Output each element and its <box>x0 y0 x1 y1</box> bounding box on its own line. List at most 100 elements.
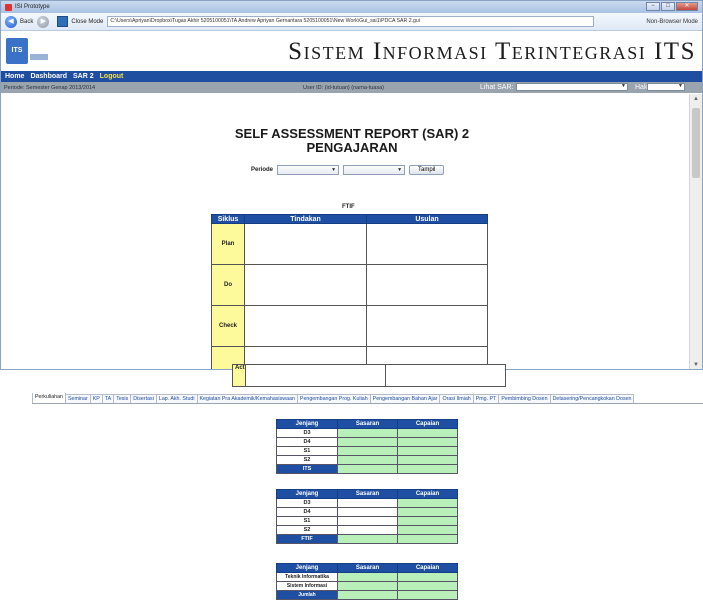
capaian-cell[interactable] <box>397 572 458 582</box>
tab-tesis[interactable]: Tesis <box>113 394 132 403</box>
tindakan-plan-cell[interactable] <box>244 223 367 265</box>
tampil-button[interactable]: Tampil <box>409 165 445 175</box>
sasaran-input[interactable] <box>337 498 398 508</box>
capaian-cell[interactable] <box>397 516 458 526</box>
jenjang-label: D4 <box>276 437 338 447</box>
menu-logout[interactable]: Logout <box>100 73 124 80</box>
sasaran-input[interactable] <box>337 516 398 526</box>
usulan-header: Usulan <box>366 214 488 224</box>
lihat-sar-select[interactable]: ▼ <box>516 83 628 91</box>
non-browser-mode-button[interactable]: Non-Browser Mode <box>646 19 698 25</box>
sasaran-cell[interactable] <box>337 446 398 456</box>
sasaran-cell[interactable] <box>337 464 398 474</box>
tab-detasering[interactable]: Detasering/Pencangkokan Dosen <box>549 394 635 403</box>
usulan-act-input[interactable] <box>385 364 506 387</box>
scroll-down-icon[interactable]: ▼ <box>693 362 699 368</box>
capaian-cell[interactable] <box>397 534 458 544</box>
capaian-cell[interactable] <box>397 525 458 535</box>
sasaran-header: Sasaran <box>337 419 398 429</box>
forward-arrow-icon[interactable]: ▶ <box>37 15 50 28</box>
cycle-plan: Plan <box>211 223 245 265</box>
jenjang-label: S1 <box>276 516 338 526</box>
sasaran-input[interactable] <box>337 525 398 535</box>
periode-label: Periode <box>251 167 274 173</box>
sasaran-cell[interactable] <box>337 428 398 438</box>
sasaran-cell[interactable] <box>337 534 398 544</box>
menu-home[interactable]: Home <box>5 73 24 80</box>
site-header: ITS Sistem Informasi Terintegrasi ITS <box>1 31 702 71</box>
table-row: Check <box>211 305 488 347</box>
close-window-button[interactable]: ✕ <box>676 2 698 11</box>
close-mode-button[interactable]: Close Mode <box>53 16 103 27</box>
chevron-down-icon: ▼ <box>678 83 683 89</box>
status-bar: Periode: Semester Genap 2013/2014 User I… <box>1 82 702 93</box>
capaian-cell[interactable] <box>397 581 458 591</box>
tab-disertasi[interactable]: Disertasi <box>130 394 157 403</box>
tindakan-act-input[interactable] <box>245 364 386 387</box>
tab-pengembangan-prog-kuliah[interactable]: Pengembangan Prog. Kuliah <box>296 394 371 403</box>
periode-select-2[interactable] <box>343 165 406 175</box>
main-content: SELF ASSESSMENT REPORT (SAR) 2 PENGAJARA… <box>2 94 688 369</box>
capaian-cell[interactable] <box>397 428 458 438</box>
capaian-cell[interactable] <box>397 464 458 474</box>
tab-orasi-ilmiah[interactable]: Orasi Ilmiah <box>439 394 474 403</box>
usulan-do-cell[interactable] <box>366 264 488 306</box>
vertical-scrollbar[interactable]: ▲ ▼ <box>689 94 702 369</box>
site-title: Sistem Informasi Terintegrasi ITS <box>288 38 696 65</box>
capaian-cell[interactable] <box>397 455 458 465</box>
tab-pmg-pt[interactable]: Pmg. PT <box>472 394 500 403</box>
tab-kegiatan-pra-akademik[interactable]: Kegiatan Pra Akademik/Kemahasiswaan <box>196 394 298 403</box>
menu-dashboard[interactable]: Dashboard <box>30 73 67 80</box>
table-row: Teknik Informatika <box>276 572 458 582</box>
tab-lap-akh-studi[interactable]: Lap. Akh. Studi <box>155 394 198 403</box>
cycle-check: Check <box>211 305 245 347</box>
tindakan-check-cell[interactable] <box>244 305 367 347</box>
periode-status: Periode: Semester Genap 2013/2014 <box>4 84 96 91</box>
capaian-cell[interactable] <box>397 437 458 447</box>
sasaran-input[interactable] <box>337 507 398 517</box>
sasaran-cell[interactable] <box>337 572 398 582</box>
unit-label: FTIF <box>342 204 355 210</box>
sasaran-cell[interactable] <box>337 455 398 465</box>
capaian-cell[interactable] <box>397 507 458 517</box>
jenjang-label: D3 <box>276 498 338 508</box>
minimize-button[interactable]: − <box>646 2 660 11</box>
back-arrow-icon: ◀ <box>5 15 17 28</box>
jenjang-label: D4 <box>276 507 338 517</box>
scroll-up-icon[interactable]: ▲ <box>693 96 699 102</box>
jenjang-table-its: Jenjang Sasaran Capaian D3 D4 S1 S2 ITS <box>276 419 458 474</box>
usulan-check-cell[interactable] <box>366 305 488 347</box>
back-label: Back <box>20 18 34 25</box>
capaian-cell[interactable] <box>397 590 458 600</box>
browser-toolbar: ◀ Back ▶ Close Mode C:\Users\Apriyan\Dro… <box>1 13 702 31</box>
table-row: ITS <box>276 464 458 474</box>
jenjang-label: S2 <box>276 525 338 535</box>
tab-perkuliahan[interactable]: Perkuliahan <box>32 393 66 403</box>
address-bar[interactable]: C:\Users\Apriyan\Dropbox\Tugas Akhir 520… <box>107 16 595 27</box>
siklus-header: Siklus <box>211 214 245 224</box>
jenjang-header: Jenjang <box>276 563 338 573</box>
jenjang-header: Jenjang <box>276 489 338 499</box>
capaian-cell[interactable] <box>397 498 458 508</box>
capaian-cell[interactable] <box>397 446 458 456</box>
maximize-button[interactable]: □ <box>661 2 675 11</box>
sasaran-cell[interactable] <box>337 581 398 591</box>
tab-pembimbing-dosen[interactable]: Pembimbing Dosen <box>498 394 551 403</box>
sasaran-cell[interactable] <box>337 590 398 600</box>
sasaran-cell[interactable] <box>337 437 398 447</box>
tab-pengembangan-bahan-ajar[interactable]: Pengembangan Bahan Ajar <box>369 394 441 403</box>
scroll-thumb[interactable] <box>692 108 700 178</box>
menu-sar2[interactable]: SAR 2 <box>73 73 94 80</box>
usulan-plan-cell[interactable] <box>366 223 488 265</box>
hak-akses-select[interactable]: ▼ <box>647 83 685 91</box>
jenjang-total-label: ITS <box>276 464 338 474</box>
jenjang-table-ftif: Jenjang Sasaran Capaian D3 D4 S1 S2 FTIF <box>276 489 458 544</box>
tab-seminar[interactable]: Seminar <box>64 394 91 403</box>
lihat-sar-label: Lihat SAR: <box>480 84 514 91</box>
table-row: D3 <box>276 428 458 438</box>
periode-select-1[interactable] <box>277 165 340 175</box>
prototype-window: ISI Prototype − □ ✕ ◀ Back ▶ Close Mode … <box>0 0 703 370</box>
pdca-table: Siklus Tindakan Usulan Plan Do Check <box>211 214 488 369</box>
back-button[interactable]: ◀ Back <box>5 15 34 28</box>
tindakan-do-cell[interactable] <box>244 264 367 306</box>
